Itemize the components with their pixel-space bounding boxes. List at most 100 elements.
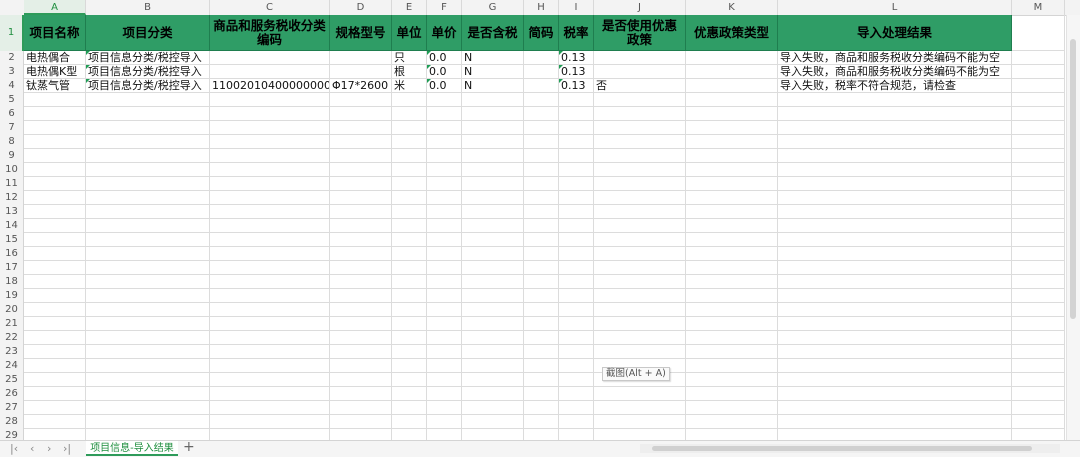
empty-cell[interactable] <box>686 317 778 331</box>
empty-cell[interactable] <box>594 93 686 107</box>
empty-cell[interactable] <box>24 205 86 219</box>
empty-cell[interactable] <box>392 289 427 303</box>
empty-cell[interactable] <box>86 373 210 387</box>
empty-cell[interactable] <box>86 317 210 331</box>
empty-cell[interactable] <box>330 163 392 177</box>
empty-cell[interactable] <box>778 219 1012 233</box>
row-header-21[interactable]: 21 <box>0 317 24 331</box>
empty-cell[interactable] <box>24 163 86 177</box>
empty-cell[interactable] <box>392 373 427 387</box>
empty-cell[interactable] <box>462 121 524 135</box>
table-cell[interactable]: N <box>462 79 524 93</box>
empty-cell[interactable] <box>24 373 86 387</box>
empty-cell[interactable] <box>427 331 462 345</box>
table-cell[interactable]: 电热偶K型 <box>24 65 86 79</box>
empty-cell[interactable] <box>210 135 330 149</box>
column-header-a[interactable]: A <box>24 0 86 15</box>
empty-cell[interactable] <box>778 261 1012 275</box>
table-cell[interactable]: Φ17*2600 <box>330 79 392 93</box>
row-header-22[interactable]: 22 <box>0 331 24 345</box>
empty-cell[interactable] <box>524 163 559 177</box>
empty-cell[interactable] <box>462 275 524 289</box>
table-cell[interactable] <box>524 65 559 79</box>
row-header-8[interactable]: 8 <box>0 135 24 149</box>
empty-cell[interactable] <box>686 219 778 233</box>
empty-cell[interactable] <box>559 303 594 317</box>
empty-cell[interactable] <box>392 163 427 177</box>
horizontal-scrollbar[interactable] <box>640 444 1060 453</box>
empty-cell[interactable] <box>462 233 524 247</box>
empty-cell[interactable] <box>392 415 427 429</box>
empty-cell[interactable] <box>1012 121 1065 135</box>
empty-cell[interactable] <box>86 261 210 275</box>
table-cell[interactable]: 项目信息分类/税控导入 <box>86 79 210 93</box>
empty-cell[interactable] <box>559 289 594 303</box>
empty-cell[interactable] <box>559 205 594 219</box>
empty-cell[interactable] <box>210 107 330 121</box>
empty-cell[interactable] <box>24 317 86 331</box>
empty-cell[interactable] <box>778 359 1012 373</box>
empty-cell[interactable] <box>462 331 524 345</box>
row-header-3[interactable]: 3 <box>0 65 24 79</box>
header-cell[interactable]: 简码 <box>524 15 559 51</box>
empty-cell[interactable] <box>778 303 1012 317</box>
empty-cell[interactable] <box>86 121 210 135</box>
empty-cell[interactable] <box>686 233 778 247</box>
table-cell[interactable]: 导入失败，商品和服务税收分类编码不能为空 <box>778 65 1012 79</box>
empty-cell[interactable] <box>330 247 392 261</box>
empty-cell[interactable] <box>427 135 462 149</box>
row-header-23[interactable]: 23 <box>0 345 24 359</box>
empty-cell[interactable] <box>392 149 427 163</box>
empty-cell[interactable] <box>778 247 1012 261</box>
empty-cell[interactable] <box>210 191 330 205</box>
table-cell[interactable]: 1100201040000000000 <box>210 79 330 93</box>
header-cell[interactable]: 商品和服务税收分类编码 <box>210 15 330 51</box>
empty-cell[interactable] <box>210 317 330 331</box>
empty-cell[interactable] <box>86 331 210 345</box>
empty-cell[interactable] <box>86 191 210 205</box>
empty-cell[interactable] <box>524 373 559 387</box>
empty-cell[interactable] <box>778 149 1012 163</box>
empty-cell[interactable] <box>462 247 524 261</box>
empty-cell[interactable] <box>524 303 559 317</box>
row-header-15[interactable]: 15 <box>0 233 24 247</box>
table-cell[interactable] <box>594 65 686 79</box>
table-cell[interactable]: 0.0 <box>427 51 462 65</box>
row-header-18[interactable]: 18 <box>0 275 24 289</box>
empty-cell[interactable] <box>594 163 686 177</box>
empty-cell[interactable] <box>24 191 86 205</box>
empty-cell[interactable] <box>778 415 1012 429</box>
empty-cell[interactable] <box>330 261 392 275</box>
empty-cell[interactable] <box>559 247 594 261</box>
row-header-13[interactable]: 13 <box>0 205 24 219</box>
empty-cell[interactable] <box>330 135 392 149</box>
empty-cell[interactable] <box>594 317 686 331</box>
empty-cell[interactable] <box>594 121 686 135</box>
empty-cell[interactable] <box>330 275 392 289</box>
empty-cell[interactable] <box>1012 331 1065 345</box>
empty-cell[interactable] <box>24 275 86 289</box>
column-header-l[interactable]: L <box>778 0 1012 15</box>
header-cell[interactable]: 规格型号 <box>330 15 392 51</box>
empty-cell[interactable] <box>210 345 330 359</box>
table-cell[interactable]: 0.13 <box>559 65 594 79</box>
empty-cell[interactable] <box>778 373 1012 387</box>
empty-cell[interactable] <box>210 93 330 107</box>
column-header-k[interactable]: K <box>686 0 778 15</box>
empty-cell[interactable] <box>1012 303 1065 317</box>
empty-cell[interactable] <box>392 93 427 107</box>
empty-cell[interactable] <box>686 107 778 121</box>
empty-cell[interactable] <box>686 289 778 303</box>
empty-cell[interactable] <box>524 401 559 415</box>
empty-cell[interactable] <box>462 401 524 415</box>
empty-cell[interactable] <box>392 331 427 345</box>
empty-cell[interactable] <box>427 205 462 219</box>
empty-cell[interactable] <box>1012 219 1065 233</box>
next-sheet-icon[interactable]: › <box>47 441 51 456</box>
empty-cell[interactable] <box>1012 415 1065 429</box>
plus-icon[interactable]: + <box>183 440 195 455</box>
empty-cell[interactable] <box>462 359 524 373</box>
empty-cell[interactable] <box>86 205 210 219</box>
empty-cell[interactable] <box>427 177 462 191</box>
empty-cell[interactable] <box>524 261 559 275</box>
